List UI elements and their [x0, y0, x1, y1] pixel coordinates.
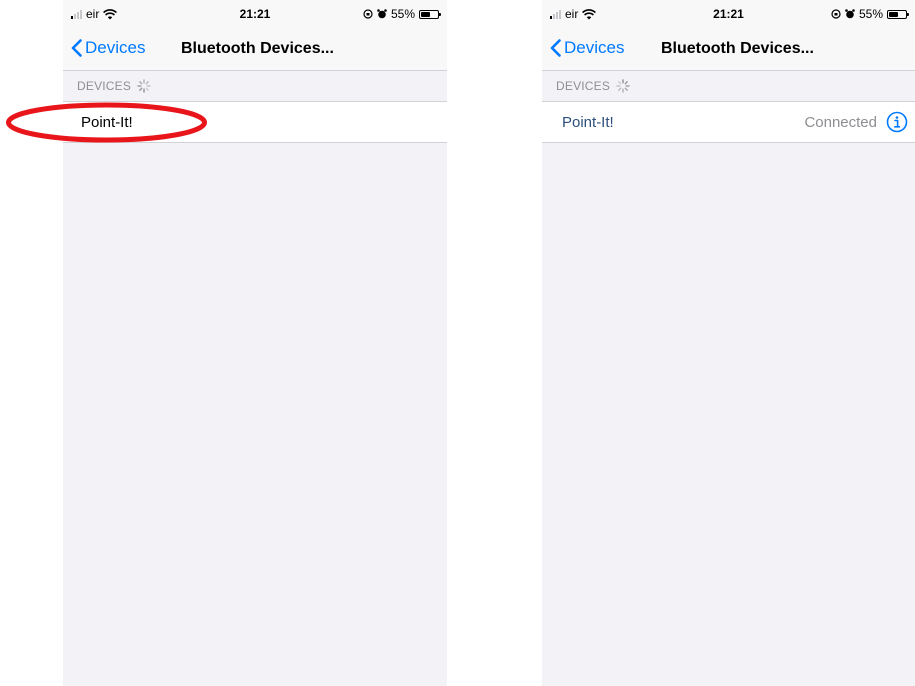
rotation-lock-icon [831, 9, 841, 19]
connection-status: Connected [804, 113, 877, 131]
back-button-label: Devices [85, 38, 146, 57]
rotation-lock-icon [363, 9, 373, 19]
info-icon[interactable] [886, 111, 908, 133]
phone-screen-before: eir 21:21 55% Devices Bluetooth Devices.… [63, 0, 447, 686]
chevron-left-icon [71, 39, 82, 57]
battery-fill [421, 11, 430, 17]
loading-spinner-icon [616, 79, 630, 93]
page-title: Bluetooth Devices... [661, 40, 814, 57]
battery-icon [887, 9, 909, 19]
navigation-bar: Devices Bluetooth Devices... [542, 28, 915, 71]
device-name: Point-It! [81, 113, 133, 131]
battery-fill [889, 11, 898, 17]
status-right: 55% [363, 7, 441, 21]
section-header-label: DEVICES [77, 79, 132, 93]
section-header: DEVICES [542, 71, 915, 101]
back-button-label: Devices [564, 38, 625, 57]
battery-percent: 55% [390, 7, 415, 21]
status-bar: eir 21:21 55% [542, 0, 915, 28]
alarm-icon [377, 9, 387, 19]
navigation-bar: Devices Bluetooth Devices... [63, 28, 447, 71]
device-row-point-it[interactable]: Point-It! Connected [542, 101, 915, 143]
chevron-left-icon [550, 39, 561, 57]
comparison-stage: eir 21:21 55% Devices Bluetooth Devices.… [0, 0, 915, 686]
page-title: Bluetooth Devices... [181, 40, 334, 57]
section-header-label: DEVICES [556, 79, 611, 93]
phone-screen-after: eir 21:21 55% Devices Bluetooth Devices.… [542, 0, 915, 686]
status-right: 55% [831, 7, 909, 21]
device-row-point-it[interactable]: Point-It! [63, 101, 447, 143]
back-button[interactable]: Devices [550, 38, 624, 58]
back-button[interactable]: Devices [71, 38, 145, 58]
device-name: Point-It! [562, 113, 614, 131]
section-header: DEVICES [63, 71, 447, 101]
loading-spinner-icon [137, 79, 151, 93]
battery-percent: 55% [858, 7, 883, 21]
battery-icon [419, 9, 441, 19]
status-bar: eir 21:21 55% [63, 0, 447, 28]
alarm-icon [845, 9, 855, 19]
